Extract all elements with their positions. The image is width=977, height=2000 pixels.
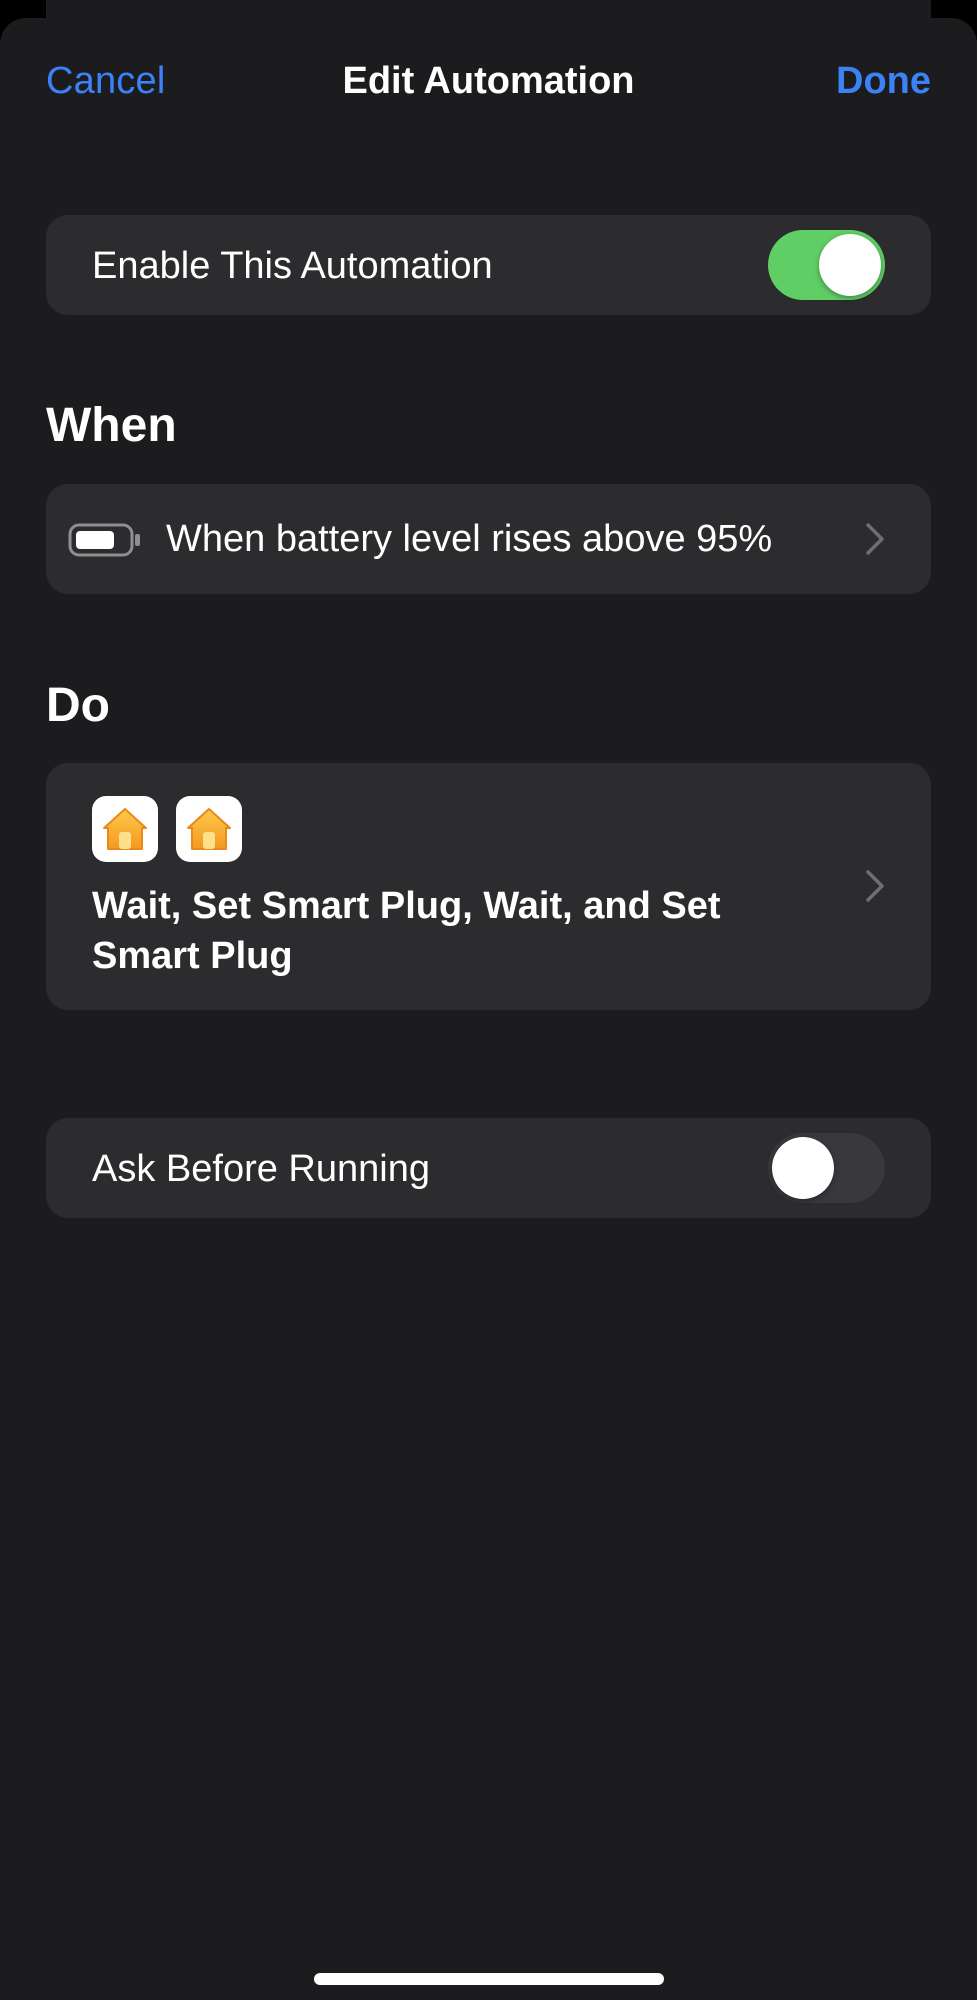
toggle-knob: [772, 1137, 834, 1199]
ask-before-running-toggle[interactable]: [768, 1133, 885, 1203]
ask-before-running-label: Ask Before Running: [92, 1148, 430, 1190]
chevron-right-icon: [866, 523, 884, 555]
home-app-icon: [92, 796, 158, 862]
when-section-title: When: [46, 399, 177, 452]
navigation-bar: Cancel Edit Automation Done: [0, 18, 977, 148]
trigger-row[interactable]: When battery level rises above 95%: [46, 484, 931, 594]
ask-before-running-row: Ask Before Running: [46, 1118, 931, 1218]
do-section-title: Do: [46, 679, 110, 732]
home-app-icon: [176, 796, 242, 862]
enable-automation-row: Enable This Automation: [46, 215, 931, 315]
toggle-knob: [819, 234, 881, 296]
home-indicator: [314, 1973, 664, 1985]
actions-row[interactable]: Wait, Set Smart Plug, Wait, and Set Smar…: [46, 763, 931, 1010]
page-title: Edit Automation: [342, 60, 635, 102]
trigger-label: When battery level rises above 95%: [166, 518, 773, 560]
enable-automation-label: Enable This Automation: [92, 245, 493, 287]
battery-icon: [68, 523, 140, 557]
actions-summary: Wait, Set Smart Plug, Wait, and Set Smar…: [92, 885, 721, 977]
chevron-right-icon: [866, 870, 884, 902]
enable-automation-toggle[interactable]: [768, 230, 885, 300]
edit-automation-sheet: Cancel Edit Automation Done Enable This …: [0, 18, 977, 2000]
done-button[interactable]: Done: [836, 60, 931, 103]
